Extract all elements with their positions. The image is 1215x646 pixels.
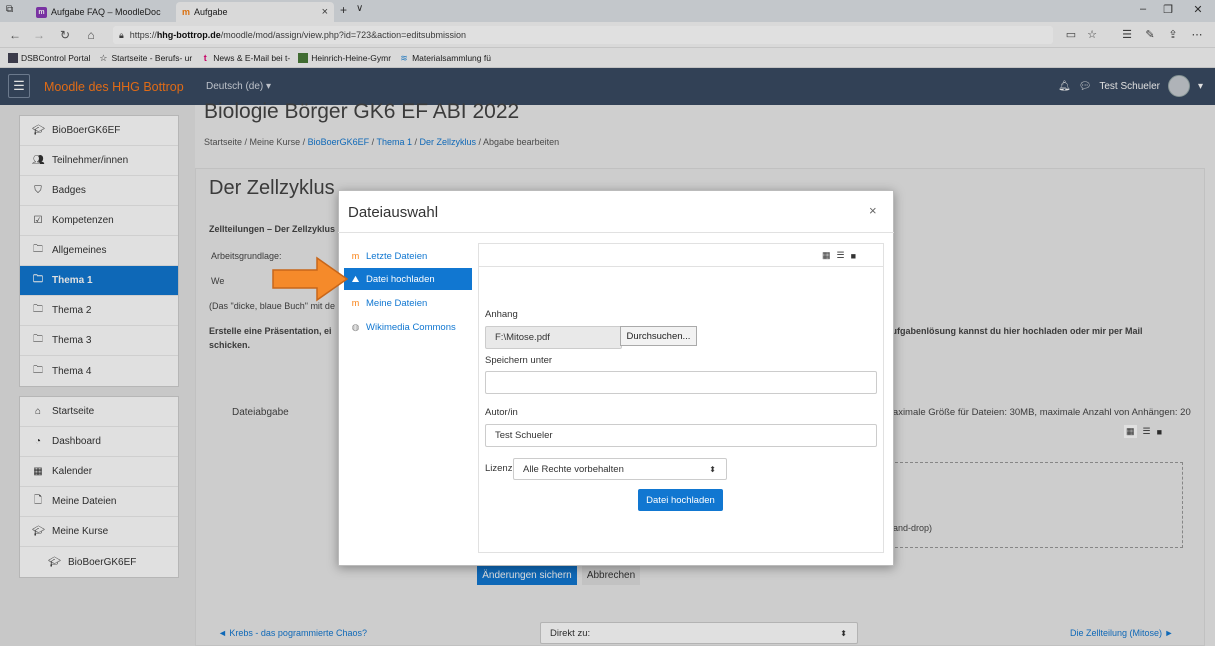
repo-wikimedia[interactable]: ◍ Wikimedia Commons xyxy=(344,316,472,338)
author-input[interactable]: Test Schueler xyxy=(485,424,877,447)
save-as-label: Speichern unter xyxy=(485,355,553,366)
annotation-arrow-icon xyxy=(272,256,349,302)
wikimedia-icon: ◍ xyxy=(351,321,360,332)
select-arrow-icon: ⬍ xyxy=(709,464,716,474)
upload-file-button[interactable]: Datei hochladen xyxy=(638,489,723,511)
license-label: Lizenz xyxy=(485,463,513,474)
license-select[interactable]: Alle Rechte vorbehalten ⬍ xyxy=(513,458,727,480)
repo-recent-files[interactable]: m Letzte Dateien xyxy=(344,245,472,267)
moodle-icon: m xyxy=(351,298,360,308)
repo-upload-file[interactable]: ⛰ Datei hochladen xyxy=(344,268,472,290)
save-as-input[interactable] xyxy=(485,371,877,394)
upload-icon: ⛰ xyxy=(351,273,360,284)
panel-view-icons: ▦ ☰ ■ xyxy=(822,250,856,261)
attachment-label: Anhang xyxy=(485,309,518,320)
close-icon[interactable]: × xyxy=(869,203,877,218)
arrow-shape xyxy=(272,256,349,302)
dialog-title: Dateiauswahl xyxy=(348,204,439,221)
repo-my-files[interactable]: m Meine Dateien xyxy=(344,292,472,314)
browse-button[interactable]: Durchsuchen... xyxy=(620,326,697,346)
moodle-icon: m xyxy=(351,251,360,261)
dialog-divider xyxy=(338,232,894,233)
list-view-icon[interactable]: ☰ xyxy=(837,250,845,261)
folder-view-icon[interactable]: ■ xyxy=(851,251,856,261)
author-label: Autor/in xyxy=(485,407,518,418)
file-path-field[interactable]: F:\Mitose.pdf xyxy=(485,326,622,349)
grid-view-icon[interactable]: ▦ xyxy=(822,250,831,261)
